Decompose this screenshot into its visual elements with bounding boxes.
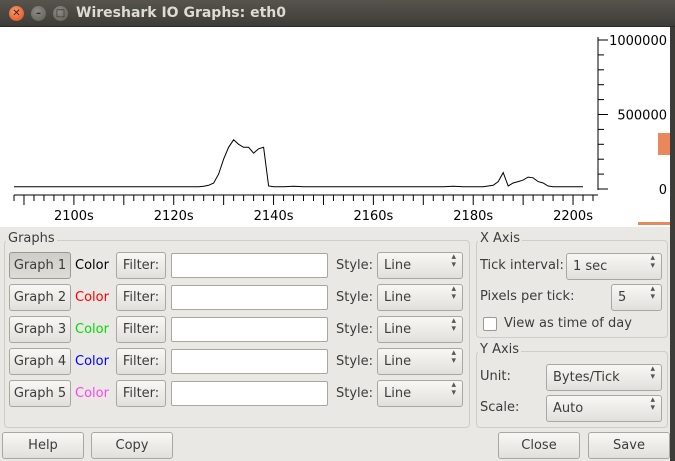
unit-value: Bytes/Tick: [553, 370, 620, 385]
spinner-arrows-icon: ▴ ▾: [451, 348, 456, 366]
graph-1-filter-input[interactable]: [171, 253, 328, 278]
view-as-time-checkbox[interactable]: [483, 317, 497, 331]
title-bar: ✕ – □ Wireshark IO Graphs: eth0: [0, 0, 675, 27]
graph-2-filter-input[interactable]: [171, 285, 328, 310]
tick-interval-value: 1 sec: [573, 259, 608, 274]
pixels-per-tick-label: Pixels per tick:: [480, 289, 575, 304]
graph-2-style-select[interactable]: Line ▴ ▾: [377, 284, 463, 311]
window-minimize-icon[interactable]: –: [31, 6, 46, 21]
graph-5-filter-button[interactable]: Filter:: [116, 380, 166, 407]
graph-5-style-select[interactable]: Line ▴ ▾: [377, 380, 463, 407]
help-button[interactable]: Help: [2, 432, 84, 459]
pixels-per-tick-select[interactable]: 5 ▴ ▾: [611, 284, 662, 311]
window-close-icon[interactable]: ✕: [9, 6, 24, 21]
spinner-arrows-icon: ▴ ▾: [650, 284, 655, 302]
scale-label: Scale:: [480, 400, 520, 415]
spinner-arrows-icon: ▴ ▾: [451, 316, 456, 334]
x-tick-label: 2180s: [453, 209, 493, 224]
graph-4-filter-input[interactable]: [171, 349, 328, 374]
graph-1-color-label[interactable]: Color: [75, 257, 109, 275]
graph-2-style-label: Style:: [336, 290, 374, 305]
copy-button[interactable]: Copy: [91, 432, 173, 459]
graph-4-style-label: Style:: [336, 354, 374, 369]
scroll-marker: [658, 133, 670, 155]
x-tick-label: 2100s: [54, 209, 94, 224]
graph-1-style-value: Line: [384, 258, 412, 273]
graph-5-style-value: Line: [384, 386, 412, 401]
graph-1-style-select[interactable]: Line ▴ ▾: [377, 252, 463, 279]
view-as-time-label: View as time of day: [504, 316, 632, 331]
window-edge: [670, 27, 675, 461]
graph-2-color-label[interactable]: Color: [75, 289, 109, 307]
spinner-arrows-icon: ▴ ▾: [451, 380, 456, 398]
io-graph-chart: 2100s 2120s 2140s 2160s 2180s 2200s 1000000 500…: [13, 34, 667, 224]
y-axis-group-label: Y Axis: [478, 342, 522, 357]
graph-3-style-value: Line: [384, 322, 412, 337]
unit-select[interactable]: Bytes/Tick ▴ ▾: [546, 364, 662, 391]
window-title: Wireshark IO Graphs: eth0: [76, 5, 286, 21]
graph-5-color-label[interactable]: Color: [75, 385, 109, 403]
spinner-arrows-icon: ▴ ▾: [451, 252, 456, 270]
tick-interval-label: Tick interval:: [480, 258, 564, 273]
graphs-group-label: Graphs: [6, 231, 57, 246]
spinner-arrows-icon: ▴ ▾: [451, 284, 456, 302]
graph-1-toggle-button[interactable]: Graph 1: [9, 252, 71, 279]
graph-3-style-label: Style:: [336, 322, 374, 337]
close-button[interactable]: Close: [498, 432, 580, 459]
x-axis-group-label: X Axis: [478, 231, 523, 246]
y-tick-label: 500000: [617, 109, 667, 124]
graph-3-color-label[interactable]: Color: [75, 321, 109, 339]
y-tick-label: 0: [659, 183, 667, 198]
graph-5-filter-input[interactable]: [171, 381, 328, 406]
graph-1-series-line: [14, 139, 583, 188]
save-button[interactable]: Save: [588, 432, 670, 459]
tick-interval-select[interactable]: 1 sec ▴ ▾: [566, 253, 662, 280]
graph-3-filter-button[interactable]: Filter:: [116, 316, 166, 343]
x-tick-label: 2160s: [353, 209, 393, 224]
graph-2-toggle-button[interactable]: Graph 2: [9, 284, 71, 311]
graph-4-style-value: Line: [384, 354, 412, 369]
x-tick-label: 2120s: [154, 209, 194, 224]
spinner-arrows-icon: ▴ ▾: [650, 395, 655, 413]
io-graph-plot[interactable]: 2100s 2120s 2140s 2160s 2180s 2200s 1000000 500…: [0, 27, 670, 227]
graph-4-toggle-button[interactable]: Graph 4: [9, 348, 71, 375]
graph-3-filter-input[interactable]: [171, 317, 328, 342]
graph-1-filter-button[interactable]: Filter:: [116, 252, 166, 279]
x-tick-label: 2140s: [254, 209, 294, 224]
spinner-arrows-icon: ▴ ▾: [650, 253, 655, 271]
graph-4-color-label[interactable]: Color: [75, 353, 109, 371]
graph-3-toggle-button[interactable]: Graph 3: [9, 316, 71, 343]
scroll-marker-line: [638, 222, 670, 225]
graph-5-toggle-button[interactable]: Graph 5: [9, 380, 71, 407]
scale-select[interactable]: Auto ▴ ▾: [546, 395, 662, 422]
graph-2-filter-button[interactable]: Filter:: [116, 284, 166, 311]
graph-2-style-value: Line: [384, 290, 412, 305]
y-tick-label: 1000000: [609, 34, 667, 49]
window-maximize-icon[interactable]: □: [53, 6, 68, 21]
spinner-arrows-icon: ▴ ▾: [650, 364, 655, 382]
unit-label: Unit:: [480, 369, 511, 384]
graph-4-filter-button[interactable]: Filter:: [116, 348, 166, 375]
graph-4-style-select[interactable]: Line ▴ ▾: [377, 348, 463, 375]
x-tick-label: 2200s: [553, 209, 593, 224]
pixels-per-tick-value: 5: [618, 290, 627, 305]
graph-5-style-label: Style:: [336, 386, 374, 401]
scale-value: Auto: [553, 401, 584, 416]
graph-1-style-label: Style:: [336, 258, 374, 273]
graph-3-style-select[interactable]: Line ▴ ▾: [377, 316, 463, 343]
